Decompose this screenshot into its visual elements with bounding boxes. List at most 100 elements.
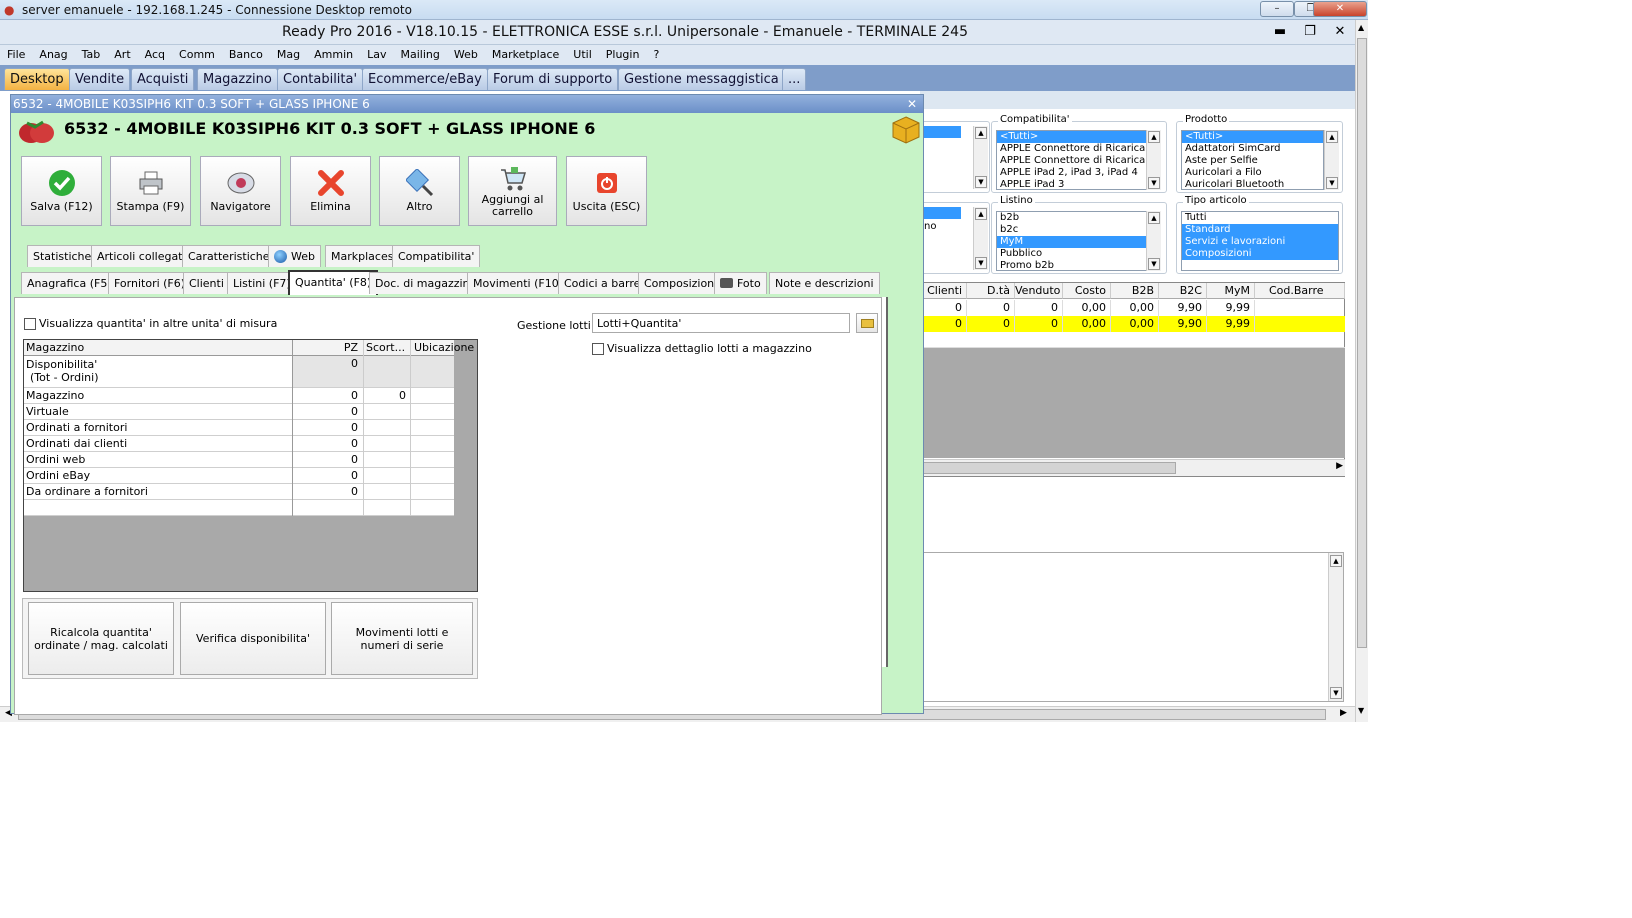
col-magazzino[interactable]: Magazzino <box>26 340 84 355</box>
listino-listbox[interactable]: b2b b2c MyM Pubblico Promo b2b <box>996 211 1148 271</box>
menu-mailing[interactable]: Mailing <box>394 45 447 65</box>
grid-row-selected[interactable]: 0 0 0 0,00 0,00 9,90 9,99 <box>919 316 1345 332</box>
listino-scrollbar[interactable]: ▲ ▼ <box>1146 211 1161 271</box>
prodotto-item[interactable]: Adattatori SimCard <box>1182 143 1323 155</box>
tab-vendite[interactable]: Vendite <box>69 68 131 90</box>
listino-item[interactable]: b2c <box>997 224 1147 236</box>
grid-hscrollbar[interactable]: ▶ <box>919 459 1345 476</box>
recalc-button[interactable]: Ricalcola quantita' ordinate / mag. calc… <box>28 602 174 675</box>
units-checkbox[interactable] <box>24 318 36 330</box>
menu-mag[interactable]: Mag <box>270 45 307 65</box>
partial-listbox-2[interactable]: no <box>921 207 973 270</box>
grid-header[interactable]: B2B <box>1111 283 1159 299</box>
article-window-close-button[interactable]: ✕ <box>907 95 917 113</box>
lotti-field[interactable]: Lotti+Quantita' <box>592 313 850 333</box>
tab-caratteristiche[interactable]: Caratteristiche <box>182 245 276 267</box>
menu-lav[interactable]: Lav <box>360 45 393 65</box>
app-minimize-button[interactable]: ▬ <box>1266 23 1294 41</box>
partial-listbox-1[interactable] <box>921 126 973 189</box>
menu-anag[interactable]: Anag <box>32 45 74 65</box>
menu-tab[interactable]: Tab <box>75 45 108 65</box>
col-scorta[interactable]: Scort... <box>366 340 405 355</box>
grid-header[interactable]: D.tà <box>967 283 1015 299</box>
lot-movements-button[interactable]: Movimenti lotti e numeri di serie <box>331 602 473 675</box>
grid-header[interactable]: Costo <box>1063 283 1111 299</box>
listino-item[interactable]: b2b <box>997 212 1147 224</box>
notes-scrollbar[interactable]: ▲ ▼ <box>1328 553 1343 701</box>
tab-quantita[interactable]: Quantita' (F8) <box>288 270 379 295</box>
grid-row[interactable]: 0 0 0 0,00 0,00 9,90 9,99 <box>919 300 1345 316</box>
navigator-button[interactable]: Navigatore <box>200 156 281 226</box>
rdp-close-button[interactable]: ✕ <box>1313 1 1367 17</box>
tab-magazzino[interactable]: Magazzino <box>197 68 278 90</box>
tab-messaggistica[interactable]: Gestione messaggistica <box>618 68 785 90</box>
tab-doc-magazzino[interactable]: Doc. di magazzino <box>369 272 483 294</box>
menu-art[interactable]: Art <box>107 45 137 65</box>
add-to-cart-button[interactable]: Aggiungi al carrello <box>468 156 557 226</box>
app-restore-button[interactable]: ❐ <box>1296 23 1324 41</box>
col-ubicazione[interactable]: Ubicazione <box>414 340 474 355</box>
table-row[interactable]: Disponibilita' (Tot - Ordini) 0 <box>24 356 454 388</box>
scroll-down-icon[interactable]: ▼ <box>1358 706 1364 715</box>
grid-header[interactable]: Venduto <box>1015 283 1063 299</box>
compat-item[interactable]: APPLE Connettore di Ricarica LIG <box>997 155 1147 167</box>
tipo-articolo-listbox[interactable]: Tutti Standard Servizi e lavorazioni Com… <box>1181 211 1339 271</box>
grid-hscroll-thumb[interactable] <box>921 462 1176 474</box>
tab-web[interactable]: Web <box>268 245 321 267</box>
main-vscrollbar[interactable]: ▲ ▼ <box>1355 20 1368 722</box>
articles-grid[interactable]: Clienti D.tà Venduto Costo B2B B2C MyM C… <box>918 282 1345 477</box>
tipo-item[interactable]: Tutti <box>1182 212 1338 224</box>
tab-ecommerce[interactable]: Ecommerce/eBay <box>362 68 488 90</box>
compat-item[interactable]: APPLE Connettore di Ricarica 30P <box>997 143 1147 155</box>
print-button[interactable]: Stampa (F9) <box>110 156 191 226</box>
menu-banco[interactable]: Banco <box>222 45 270 65</box>
tab-desktop[interactable]: Desktop <box>4 68 70 90</box>
table-row[interactable]: Virtuale 0 <box>24 404 454 420</box>
col-pz[interactable]: PZ <box>324 340 358 355</box>
tab-forum[interactable]: Forum di supporto <box>487 68 619 90</box>
listino-item[interactable]: Pubblico <box>997 248 1147 260</box>
tab-compatibilita[interactable]: Compatibilita' <box>392 245 481 267</box>
prodotto-item[interactable]: Aste per Selfie <box>1182 155 1323 167</box>
tab-foto[interactable]: Foto <box>714 272 767 294</box>
menu-file[interactable]: File <box>0 45 32 65</box>
lotti-folder-button[interactable] <box>856 313 878 333</box>
tab-anagrafica[interactable]: Anagrafica (F5) <box>21 272 118 294</box>
grid-header[interactable]: MyM <box>1207 283 1255 299</box>
exit-button[interactable]: Uscita (ESC) <box>566 156 647 226</box>
main-vscroll-thumb[interactable] <box>1357 38 1367 648</box>
tab-fornitori[interactable]: Fornitori (F6) <box>108 272 192 294</box>
tipo-item[interactable]: Servizi e lavorazioni <box>1182 236 1338 248</box>
table-row[interactable]: Magazzino 0 0 <box>24 388 454 404</box>
rdp-minimize-button[interactable]: – <box>1260 1 1294 17</box>
grid-header[interactable]: Cod.Barre <box>1255 283 1345 299</box>
partial-scrollbar-2[interactable]: ▲ ▼ <box>973 207 988 270</box>
grid-scroll-right-icon[interactable]: ▶ <box>1336 461 1343 471</box>
tab-composizioni[interactable]: Composizioni <box>638 272 724 294</box>
tab-markplaces[interactable]: Markplaces <box>325 245 400 267</box>
app-close-button[interactable]: ✕ <box>1326 23 1354 41</box>
menu-ammin[interactable]: Ammin <box>307 45 360 65</box>
other-button[interactable]: Altro <box>379 156 460 226</box>
save-button[interactable]: Salva (F12) <box>21 156 102 226</box>
warehouse-table[interactable]: Magazzino PZ Scort... Ubicazione Disponi… <box>23 339 478 592</box>
tab-acquisti[interactable]: Acquisti <box>131 68 195 90</box>
compat-listbox[interactable]: <Tutti> APPLE Connettore di Ricarica 30P… <box>996 130 1148 190</box>
compat-item[interactable]: APPLE iPad 2, iPad 3, iPad 4 <box>997 167 1147 179</box>
menu-marketplace[interactable]: Marketplace <box>485 45 566 65</box>
partial-scrollbar-1[interactable]: ▲ ▼ <box>973 126 988 189</box>
tab-codici-barre[interactable]: Codici a barre <box>558 272 647 294</box>
menu-comm[interactable]: Comm <box>172 45 222 65</box>
tab-movimenti[interactable]: Movimenti (F10) <box>467 272 570 294</box>
tab-more[interactable]: ... <box>782 68 807 90</box>
compat-item[interactable]: <Tutti> <box>997 131 1147 143</box>
tab-listini[interactable]: Listini (F7) <box>227 272 297 294</box>
table-row[interactable]: Da ordinare a fornitori 0 <box>24 484 454 500</box>
verify-availability-button[interactable]: Verifica disponibilita' <box>180 602 326 675</box>
menu-plugin[interactable]: Plugin <box>599 45 647 65</box>
prodotto-scrollbar[interactable]: ▲ ▼ <box>1324 130 1339 190</box>
scroll-up-icon[interactable]: ▲ <box>1358 23 1364 32</box>
listino-item[interactable]: MyM <box>997 236 1147 248</box>
tab-contabilita[interactable]: Contabilita' <box>277 68 364 90</box>
tab-articoli-collegati[interactable]: Articoli collegati <box>91 245 192 267</box>
